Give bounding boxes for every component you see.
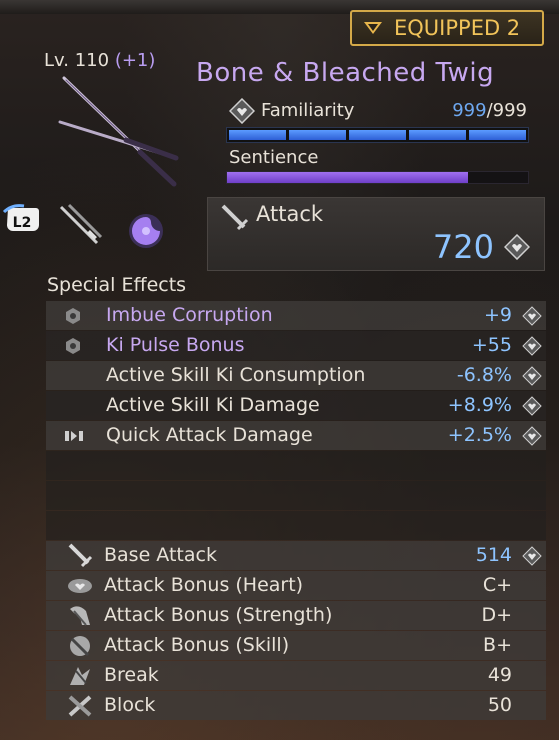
familiarity-icon	[229, 98, 255, 124]
heart-bonus-icon	[68, 579, 92, 593]
effect-row-empty	[46, 451, 546, 480]
effect-value: +55	[471, 334, 512, 356]
stat-value: C+	[482, 574, 512, 596]
dual-swords-icon	[59, 203, 103, 245]
effect-row[interactable]: Active Skill Ki Damage +8.9%	[46, 391, 546, 420]
stat-value: B+	[483, 634, 512, 656]
familiarity-current: 999	[452, 100, 487, 121]
weapon-name: Bone & Bleached Twig	[196, 58, 495, 88]
effect-value: +9	[483, 304, 512, 326]
equipped-badge[interactable]: EQUIPPED 2	[350, 10, 544, 46]
level-bonus: (+1)	[114, 50, 156, 71]
stat-value: 50	[487, 694, 512, 716]
weapon-level: Lv. 110 (+1)	[44, 50, 155, 71]
stat-row-break[interactable]: Break 49	[46, 661, 546, 690]
level-value: Lv. 110	[44, 50, 110, 71]
chevron-down-icon	[364, 22, 382, 34]
heart-icon	[522, 366, 542, 386]
familiarity-row: Familiarity 999/999	[229, 98, 529, 124]
stat-row-block[interactable]: Block 50	[46, 691, 546, 720]
familiarity-segment	[409, 130, 466, 140]
hex-icon	[66, 308, 80, 324]
stat-name: Base Attack	[104, 544, 217, 566]
stat-name: Break	[104, 664, 159, 686]
stat-name: Attack Bonus (Strength)	[104, 604, 333, 626]
stance-style-icon	[129, 214, 163, 248]
weapon-image	[58, 76, 179, 187]
quick-attack-icon	[65, 431, 83, 441]
heart-icon	[522, 396, 542, 416]
effect-value: -6.8%	[456, 364, 512, 386]
l2-label: L2	[13, 215, 32, 231]
effect-row-empty	[46, 511, 546, 540]
effect-name: Active Skill Ki Consumption	[106, 364, 366, 386]
heart-icon	[522, 306, 542, 326]
familiarity-max: /999	[486, 100, 527, 121]
heart-icon	[522, 336, 542, 356]
sentience-label: Sentience	[229, 147, 319, 168]
stat-row-attack-bonus-heart[interactable]: Attack Bonus (Heart) C+	[46, 571, 546, 600]
break-icon	[70, 667, 90, 685]
attack-value: 720	[432, 228, 494, 266]
effect-name: Ki Pulse Bonus	[106, 334, 245, 356]
strength-bonus-icon	[70, 606, 90, 626]
stat-row-attack-bonus-strength[interactable]: Attack Bonus (Strength) D+	[46, 601, 546, 630]
stat-row-attack-bonus-skill[interactable]: Attack Bonus (Skill) B+	[46, 631, 546, 660]
stat-value: D+	[481, 604, 512, 626]
equipped-label: EQUIPPED 2	[394, 16, 521, 40]
stat-value: 49	[487, 664, 512, 686]
sentience-bar	[226, 171, 529, 184]
effect-name: Quick Attack Damage	[106, 424, 313, 446]
attack-label: Attack	[256, 202, 324, 226]
familiarity-value: 999/999	[452, 100, 527, 121]
familiarity-segment	[289, 130, 346, 140]
heart-icon	[522, 426, 542, 446]
familiarity-bar	[226, 127, 529, 143]
stat-value: 514	[475, 544, 512, 566]
special-effects-list: Imbue Corruption +9 Ki Pulse Bonus +55 A…	[46, 301, 546, 541]
effect-row[interactable]: Active Skill Ki Consumption -6.8%	[46, 361, 546, 390]
block-icon	[68, 695, 92, 717]
effect-row[interactable]: Imbue Corruption +9	[46, 301, 546, 330]
familiarity-segment	[349, 130, 406, 140]
attack-sword-icon	[221, 204, 249, 231]
skill-bonus-icon	[70, 636, 90, 657]
sentience-fill	[227, 172, 468, 183]
effect-row[interactable]: Quick Attack Damage +2.5%	[46, 421, 546, 450]
attack-panel: Attack 720	[207, 197, 545, 271]
effect-value: +8.9%	[447, 394, 512, 416]
heart-icon	[522, 546, 542, 566]
effect-name: Active Skill Ki Damage	[106, 394, 320, 416]
familiarity-segment	[469, 130, 526, 140]
stat-name: Attack Bonus (Heart)	[104, 574, 304, 596]
familiarity-heart-icon	[504, 234, 530, 260]
l2-button-icon[interactable]: L2	[2, 200, 40, 238]
special-effects-title: Special Effects	[47, 274, 187, 296]
effect-value: +2.5%	[447, 424, 512, 446]
stats-list: Base Attack 514 Attack Bonus (Heart) C+ …	[46, 541, 546, 721]
effect-row-empty	[46, 481, 546, 510]
sword-icon	[68, 543, 93, 568]
stat-name: Block	[104, 694, 156, 716]
familiarity-label: Familiarity	[261, 100, 355, 121]
effect-row[interactable]: Ki Pulse Bonus +55	[46, 331, 546, 360]
stat-name: Attack Bonus (Skill)	[104, 634, 290, 656]
familiarity-segment	[229, 130, 286, 140]
effect-name: Imbue Corruption	[106, 304, 273, 326]
stat-row-base-attack[interactable]: Base Attack 514	[46, 541, 546, 570]
hex-icon	[66, 338, 80, 354]
